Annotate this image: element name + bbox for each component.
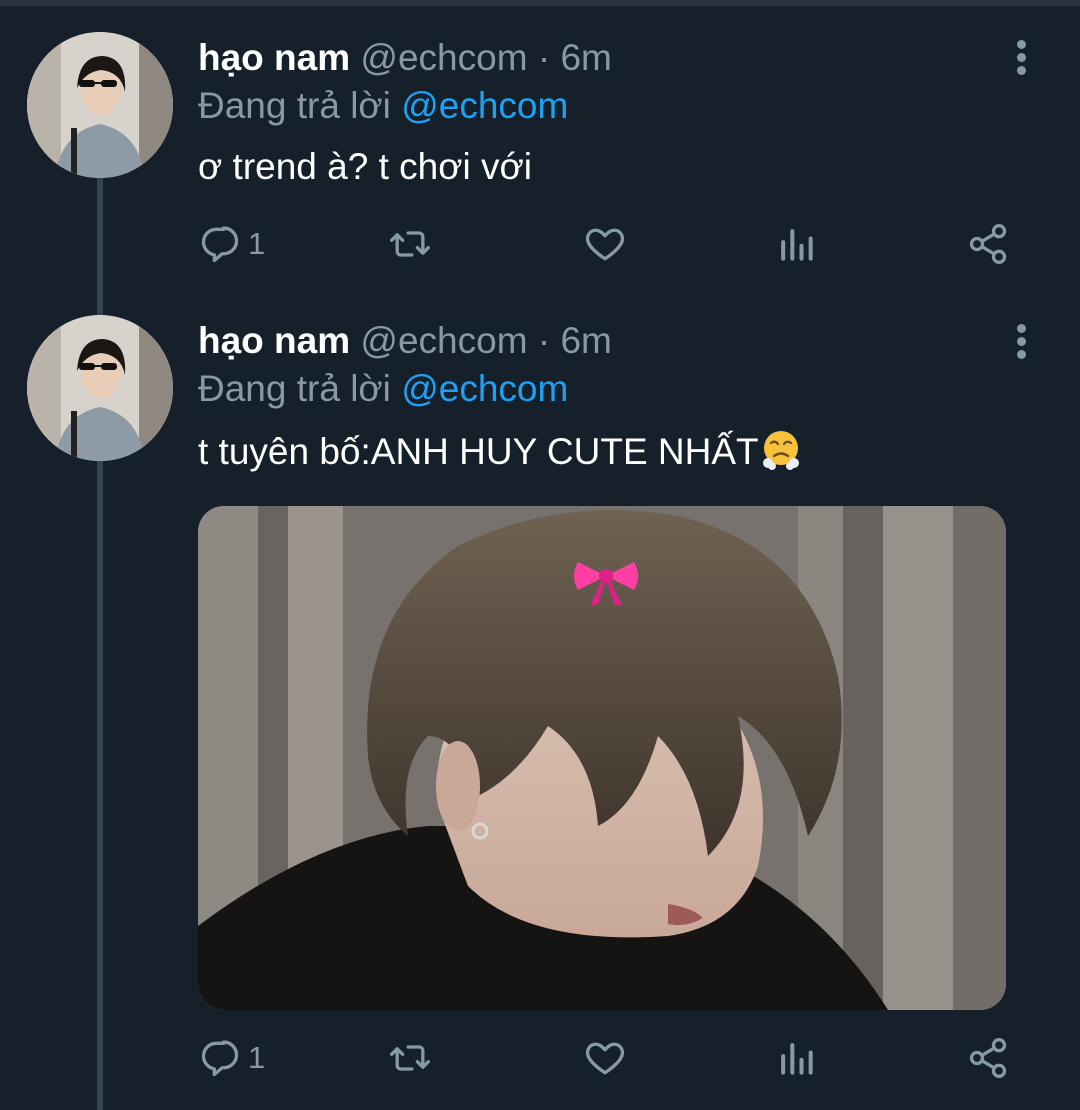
timestamp[interactable]: 6m xyxy=(560,37,611,78)
tweet-header: hạo nam @echcom · 6m xyxy=(198,36,612,80)
separator-dot: · xyxy=(537,320,551,361)
reply-prefix: Đang trả lời xyxy=(198,85,391,126)
reply-count: 1 xyxy=(248,226,266,261)
top-divider xyxy=(0,0,1080,6)
share-button[interactable] xyxy=(966,219,1010,269)
reply-icon xyxy=(201,226,239,263)
tweet-text: t tuyên bố:ANH HUY CUTE NHẤT xyxy=(198,431,759,472)
retweet-button[interactable] xyxy=(388,1033,432,1083)
reply-mention-link[interactable]: @echcom xyxy=(401,85,568,126)
steaming-face-emoji-icon xyxy=(762,431,799,470)
user-handle[interactable]: @echcom xyxy=(360,37,527,78)
analytics-icon xyxy=(781,229,813,261)
more-icon[interactable] xyxy=(1006,38,1036,78)
tweet-actions: 1 xyxy=(198,1033,1018,1083)
tweet-header: hạo nam @echcom · 6m xyxy=(198,319,612,363)
reply-prefix: Đang trả lời xyxy=(198,368,391,409)
display-name[interactable]: hạo nam xyxy=(198,320,350,361)
like-button[interactable] xyxy=(583,219,627,269)
reply-button[interactable]: 1 xyxy=(198,219,265,269)
reply-button[interactable]: 1 xyxy=(198,1033,265,1083)
like-button[interactable] xyxy=(583,1033,627,1083)
reply-count: 1 xyxy=(248,1040,266,1075)
share-icon xyxy=(969,224,1007,264)
user-handle[interactable]: @echcom xyxy=(360,320,527,361)
tweet-text: ơ trend à? t chơi với xyxy=(198,146,532,187)
tweet-image[interactable] xyxy=(198,506,1006,1010)
retweet-icon xyxy=(390,231,430,257)
reply-icon xyxy=(201,1040,239,1077)
retweet-button[interactable] xyxy=(388,219,432,269)
avatar[interactable] xyxy=(27,32,173,178)
tweet-actions: 1 xyxy=(198,219,1018,269)
analytics-button[interactable] xyxy=(774,219,818,269)
display-name[interactable]: hạo nam xyxy=(198,37,350,78)
like-icon xyxy=(585,228,625,261)
retweet-icon xyxy=(390,1045,430,1071)
analytics-button[interactable] xyxy=(774,1033,818,1083)
like-icon xyxy=(585,1042,625,1075)
replying-to: Đang trả lời @echcom xyxy=(198,84,568,128)
separator-dot: · xyxy=(537,37,551,78)
share-icon xyxy=(969,1038,1007,1078)
reply-mention-link[interactable]: @echcom xyxy=(401,368,568,409)
more-icon[interactable] xyxy=(1006,322,1036,362)
replying-to: Đang trả lời @echcom xyxy=(198,367,568,411)
avatar[interactable] xyxy=(27,315,173,461)
timestamp[interactable]: 6m xyxy=(560,320,611,361)
analytics-icon xyxy=(781,1043,813,1075)
share-button[interactable] xyxy=(966,1033,1010,1083)
tweet-text-line: t tuyên bố:ANH HUY CUTE NHẤT xyxy=(198,428,803,474)
